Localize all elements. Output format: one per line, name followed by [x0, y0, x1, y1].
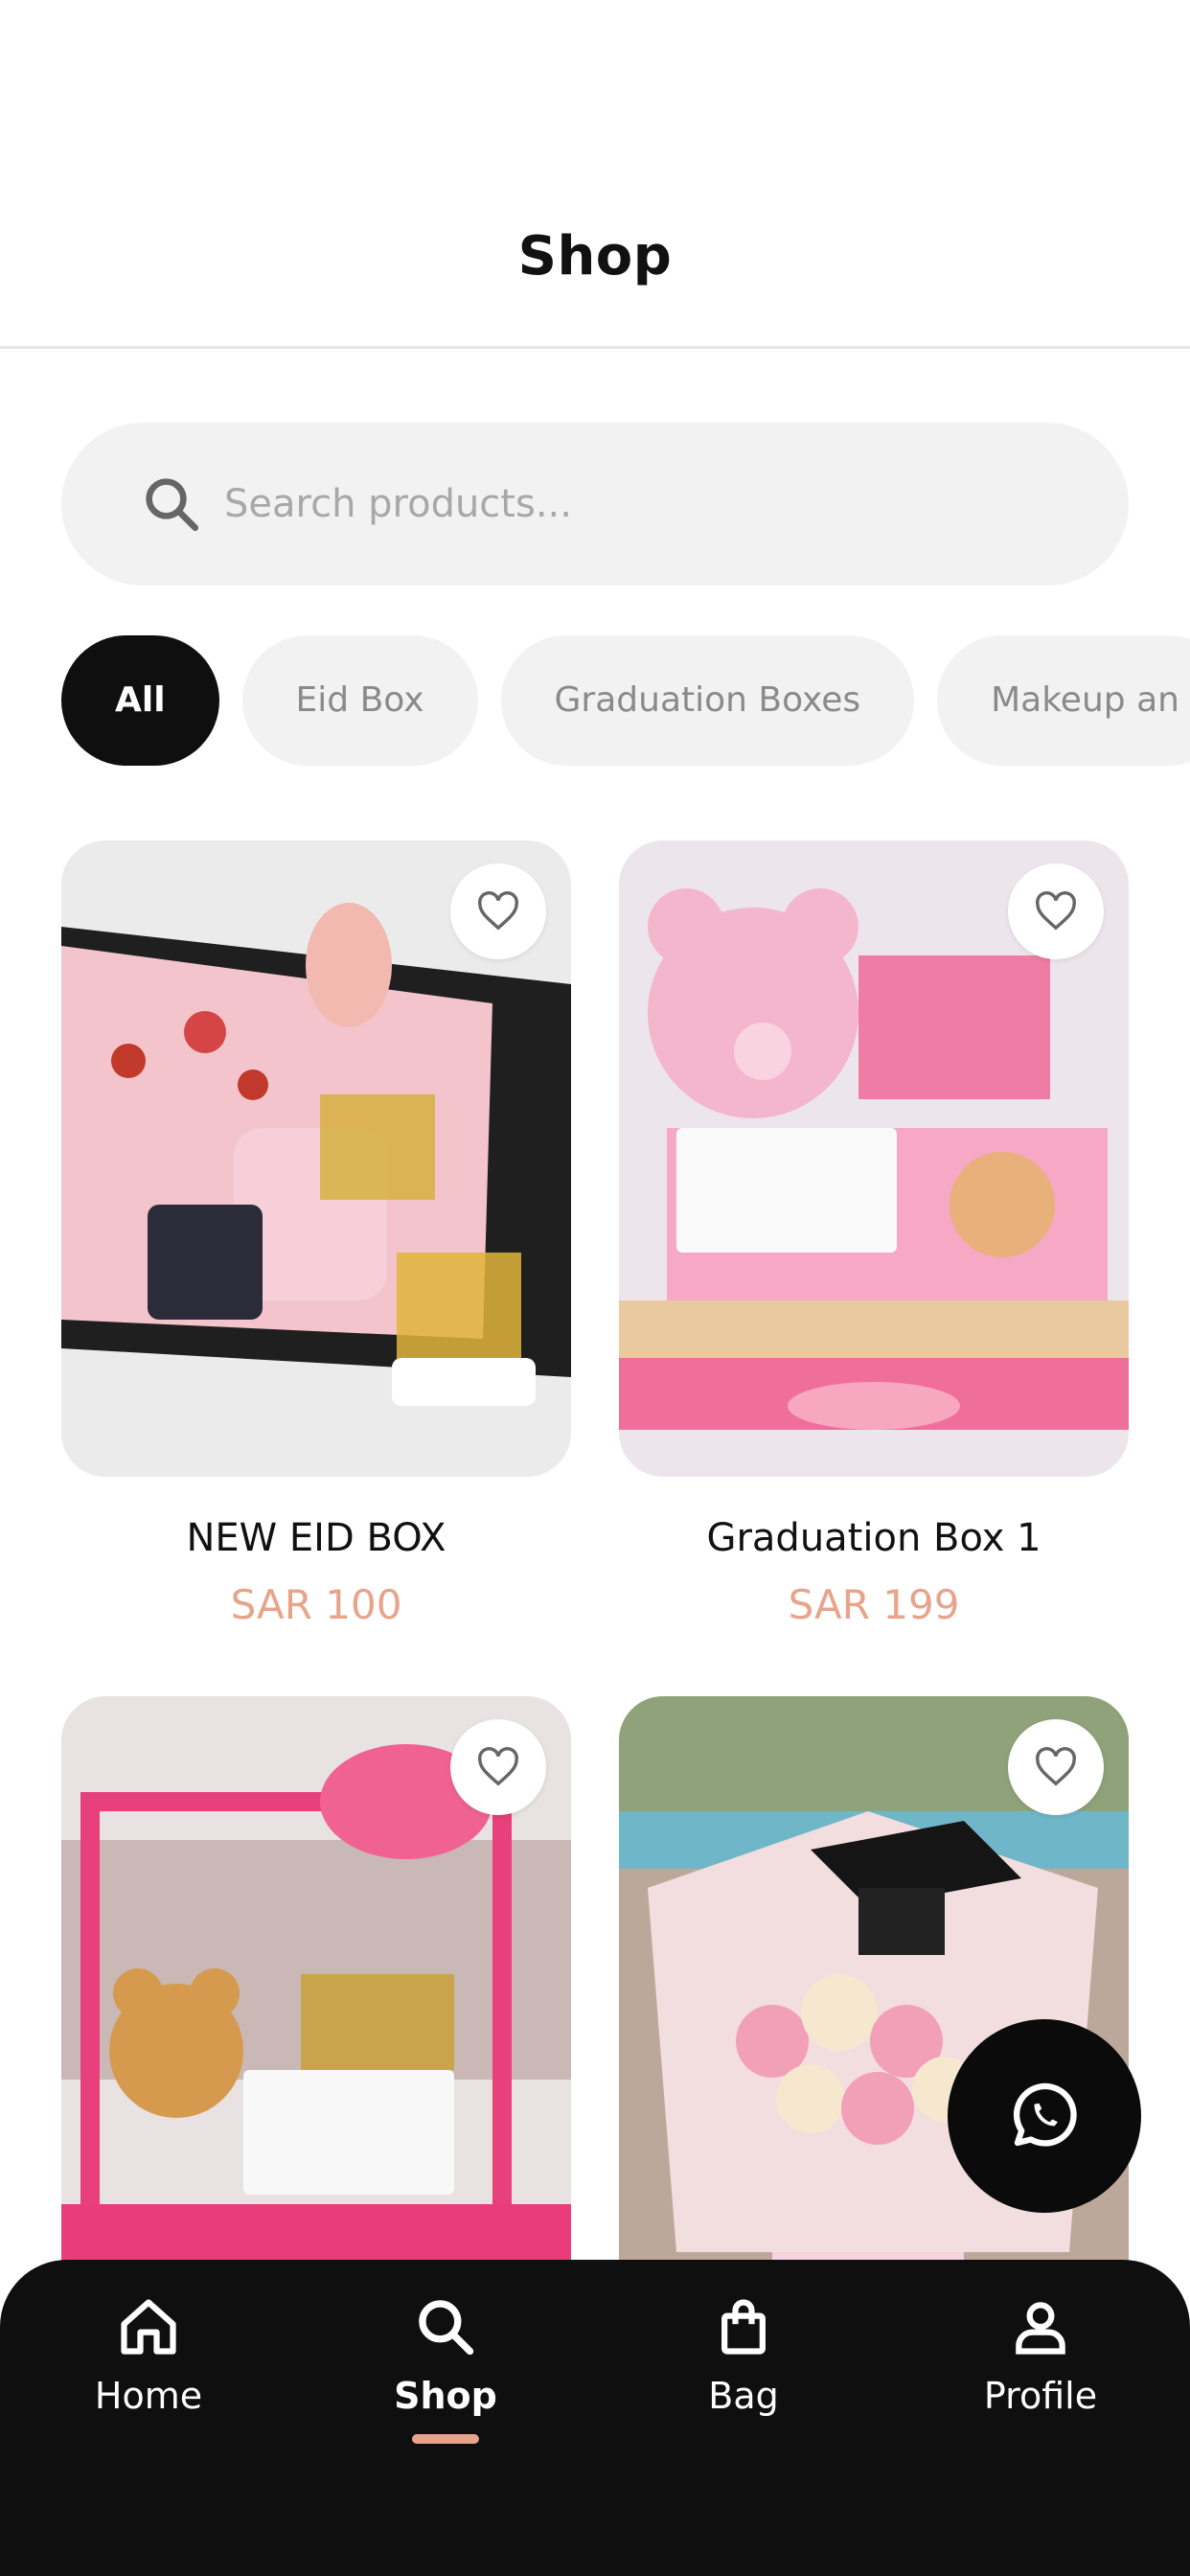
whatsapp-button[interactable] — [948, 2019, 1141, 2213]
tab-label: Profile — [983, 2375, 1098, 2417]
search-input[interactable] — [224, 456, 1067, 552]
product-name[interactable]: NEW EID BOX — [61, 1516, 571, 1560]
product-price: SAR 199 — [788, 1581, 960, 1628]
favorite-button[interactable] — [1008, 1719, 1104, 1815]
heart-icon — [478, 1747, 518, 1786]
chip-eid-box[interactable]: Eid Box — [241, 635, 478, 766]
page-title: Shop — [517, 225, 673, 288]
heart-icon — [478, 891, 518, 931]
search-bar[interactable] — [61, 423, 1129, 586]
bottom-tab-bar: Home Shop Bag Profile — [0, 2260, 1190, 2576]
tab-label: Shop — [394, 2375, 497, 2417]
tab-profile[interactable]: Profile — [892, 2260, 1189, 2509]
favorite-button[interactable] — [450, 1719, 546, 1815]
search-icon — [419, 2300, 474, 2356]
product-price: SAR 100 — [230, 1581, 402, 1628]
profile-icon — [1016, 2302, 1065, 2355]
tab-label: Bag — [708, 2375, 779, 2417]
tab-shop[interactable]: Shop — [297, 2260, 594, 2509]
tab-label: Home — [94, 2375, 203, 2417]
chip-all[interactable]: All — [61, 635, 219, 766]
home-icon — [121, 2299, 176, 2355]
search-icon — [146, 478, 199, 532]
chip-graduation-boxes[interactable]: Graduation Boxes — [500, 635, 915, 766]
whatsapp-icon — [1013, 2082, 1077, 2147]
heart-icon — [1036, 891, 1076, 931]
app-header: Shop — [0, 0, 1190, 349]
favorite-button[interactable] — [450, 863, 546, 959]
category-chips: All Eid Box Graduation Boxes Makeup an — [61, 635, 1190, 766]
product-name[interactable]: Graduation Box 1 — [619, 1516, 1129, 1560]
chip-makeup[interactable]: Makeup an — [937, 635, 1190, 766]
heart-icon — [1036, 1747, 1076, 1786]
favorite-button[interactable] — [1008, 863, 1104, 959]
tab-bag[interactable]: Bag — [595, 2260, 892, 2509]
active-tab-indicator — [412, 2434, 479, 2444]
tab-home[interactable]: Home — [0, 2260, 297, 2509]
bag-icon — [721, 2299, 766, 2355]
